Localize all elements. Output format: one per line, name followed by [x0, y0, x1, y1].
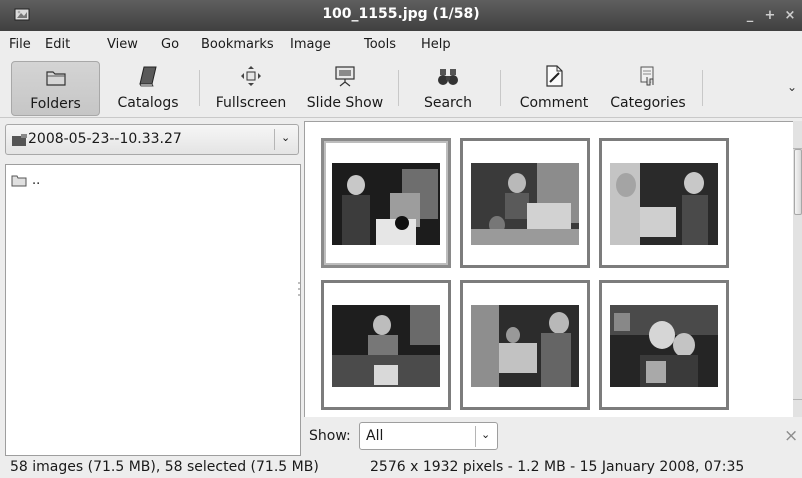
current-folder-name: 2008-05-23--10.33.27 — [28, 131, 182, 147]
toolbar-overflow-chevron-icon[interactable]: ⌄ — [787, 80, 797, 94]
toolbar-separator — [500, 70, 501, 106]
photo-thumbnail — [332, 163, 440, 245]
menu-file[interactable]: File — [9, 37, 31, 52]
photo-thumbnail — [610, 163, 718, 245]
title-bar: 100_1155.jpg (1/58) _ + × — [0, 0, 802, 31]
chevron-down-icon[interactable]: ⌄ — [281, 131, 290, 144]
photo-thumbnail — [471, 163, 579, 245]
folder-selector[interactable]: 2008-05-23--10.33.27 ⌄ — [5, 124, 299, 155]
folders-button[interactable]: Folders — [11, 61, 100, 116]
status-bar: 58 images (71.5 MB), 58 selected (71.5 M… — [0, 457, 802, 478]
combo-separator — [475, 426, 476, 447]
fullscreen-button[interactable]: Fullscreen — [210, 61, 292, 116]
pane-splitter-handle[interactable] — [297, 280, 301, 298]
menu-tools[interactable]: Tools — [364, 37, 396, 52]
toolbar: Folders Catalogs Fullscreen Slide Show S… — [0, 58, 802, 118]
thumbnail-item[interactable] — [599, 280, 729, 410]
thumbnail-item[interactable] — [460, 138, 590, 268]
thumbnail-scrollbar[interactable] — [793, 121, 802, 417]
window-title: 100_1155.jpg (1/58) — [322, 6, 480, 22]
menu-go[interactable]: Go — [161, 37, 179, 52]
catalogs-label: Catalogs — [117, 95, 179, 111]
close-filter-icon[interactable]: × — [784, 426, 798, 446]
thumbnail-item[interactable] — [599, 138, 729, 268]
show-filter-label: Show: — [309, 428, 351, 444]
show-filter-value: All — [366, 428, 384, 444]
slideshow-label: Slide Show — [306, 95, 384, 111]
status-selection-info: 58 images (71.5 MB), 58 selected (71.5 M… — [10, 459, 319, 475]
binoculars-icon — [438, 69, 458, 85]
categories-button[interactable]: Categories — [603, 61, 693, 116]
search-label: Search — [423, 95, 473, 111]
menu-image[interactable]: Image — [290, 37, 331, 52]
combo-separator — [274, 129, 275, 150]
thumbnail-grid — [304, 121, 793, 417]
list-item-label: .. — [32, 173, 41, 188]
camera-folder-icon — [12, 134, 27, 146]
comment-button[interactable]: Comment — [514, 61, 594, 116]
photo-thumbnail — [332, 305, 440, 387]
photo-thumbnail — [471, 305, 579, 387]
maximize-button[interactable]: + — [763, 9, 777, 23]
folders-label: Folders — [30, 96, 81, 112]
thumbnail-item[interactable] — [321, 280, 451, 410]
scrollbar-thumb[interactable] — [794, 149, 802, 215]
categories-label: Categories — [610, 95, 686, 111]
toolbar-separator — [199, 70, 200, 106]
thumbnail-item[interactable] — [460, 280, 590, 410]
folder-icon — [45, 71, 66, 86]
categories-icon — [640, 66, 654, 86]
folder-icon — [11, 175, 27, 187]
minimize-button[interactable]: _ — [743, 9, 757, 23]
comment-label: Comment — [519, 95, 589, 111]
close-button[interactable]: × — [783, 9, 797, 23]
fullscreen-label: Fullscreen — [215, 95, 287, 111]
folder-list: .. — [5, 164, 301, 456]
scroll-down-arrow[interactable] — [793, 399, 802, 417]
thumbnail-item[interactable] — [321, 138, 451, 268]
menu-bookmarks[interactable]: Bookmarks — [201, 37, 274, 52]
chevron-down-icon[interactable]: ⌄ — [481, 428, 490, 441]
scroll-up-arrow[interactable] — [793, 121, 802, 149]
search-button[interactable]: Search — [412, 61, 484, 116]
toolbar-separator — [398, 70, 399, 106]
menu-edit[interactable]: Edit — [45, 37, 70, 52]
catalogs-button[interactable]: Catalogs — [110, 61, 186, 116]
slideshow-button[interactable]: Slide Show — [300, 61, 390, 116]
show-filter-select[interactable]: All ⌄ — [359, 422, 498, 450]
toolbar-separator — [702, 70, 703, 106]
menu-help[interactable]: Help — [421, 37, 451, 52]
menu-bar: File Edit View Go Bookmarks Image Tools … — [0, 31, 802, 58]
photo-thumbnail — [610, 305, 718, 387]
comment-note-icon — [546, 65, 563, 87]
menu-view[interactable]: View — [107, 37, 138, 52]
fullscreen-icon — [241, 66, 261, 86]
status-image-info: 2576 x 1932 pixels - 1.2 MB - 15 January… — [370, 459, 745, 475]
projector-screen-icon — [335, 66, 355, 87]
book-icon — [139, 66, 157, 87]
